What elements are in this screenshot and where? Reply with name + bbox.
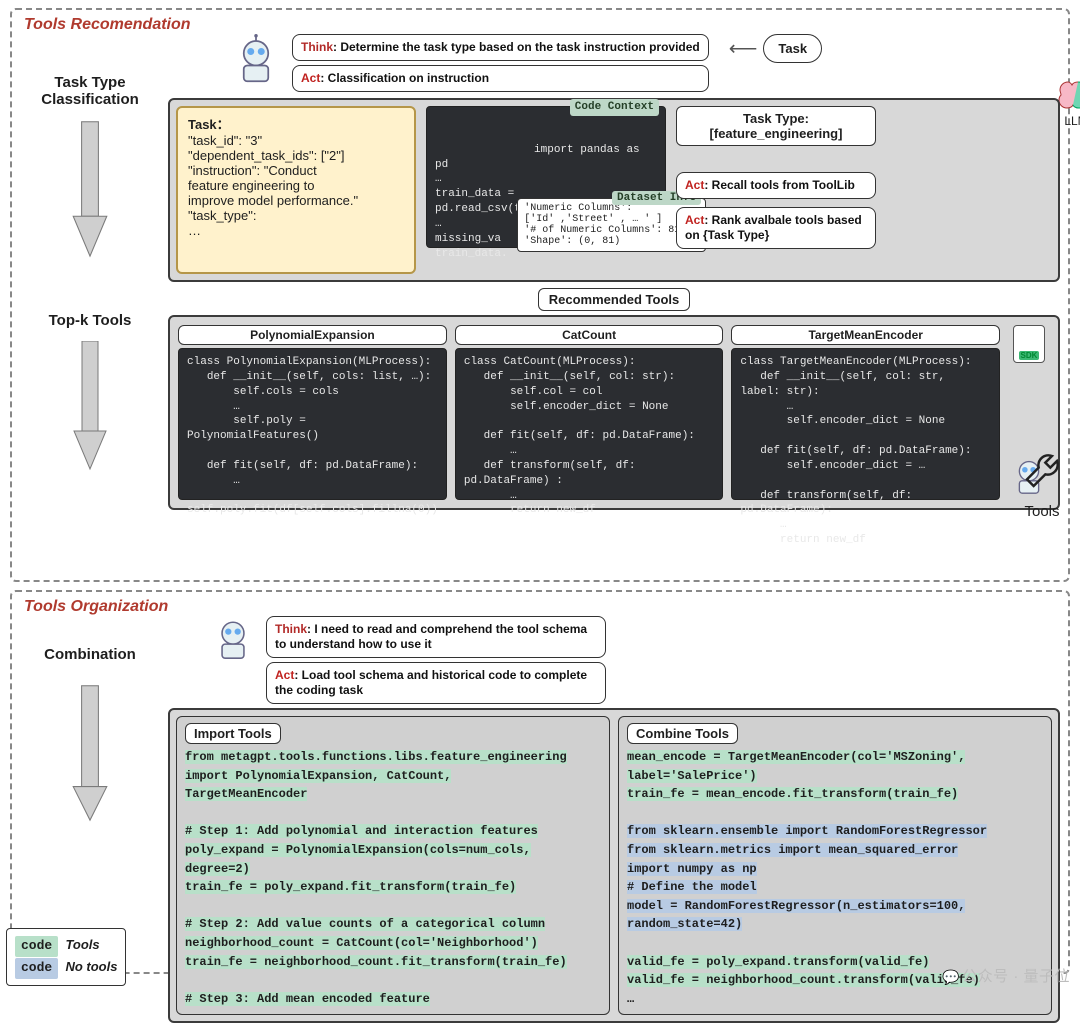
combine-header: Combine Tools [627,723,738,744]
watermark: 💬公众号 · 量子位 [942,965,1070,986]
speech-act-rank: Act: Rank avalbale tools based on {Task … [676,207,876,249]
section-tools-recommendation: Tools Recomendation LLM 📈 🐞 SDK OCR Task… [10,8,1070,582]
legend-box: code Tools code No tools [6,928,126,986]
arrow-left-1: ⟵ [729,39,758,59]
tools-label-group: Tools [1022,451,1062,520]
section-tools-organization: Tools Organization LLM Combination Think… [10,590,1070,974]
big-arrow-down-3 [69,679,111,829]
robot-icon-3 [208,616,258,666]
left-col-tasktype: Task Type Classification [20,34,160,260]
tool-title-target: TargetMeanEncoder [731,325,1000,345]
robot-icon-1 [228,34,284,90]
llm-label-1: LLM [1064,114,1080,128]
label-task-type: Task Type Classification [20,74,160,108]
tool-card-poly: PolynomialExpansion class PolynomialExpa… [178,325,447,500]
speech-think-1: Think: Determine the task type based on … [292,34,709,61]
tool-code-catcount: class CatCount(MLProcess): def __init__(… [455,348,724,500]
section-title-organization: Tools Organization [24,598,1060,616]
speech-act-1: Act: Classification on instruction [292,65,709,92]
section-title-recommendation: Tools Recomendation [24,16,1060,34]
tool-title-catcount: CatCount [455,325,724,345]
legend-chip-notools: code [15,958,58,979]
big-arrow-down-1 [69,120,111,260]
label-topk: Top-k Tools [49,312,132,329]
label-combination: Combination [44,646,136,663]
recommended-tools-label: Recommended Tools [538,288,691,311]
tool-card-catcount: CatCount class CatCount(MLProcess): def … [455,325,724,500]
speech-think-2: Think: I need to read and comprehend the… [266,616,606,658]
import-tools-block: Import Tools from metagpt.tools.function… [176,716,610,1015]
import-header: Import Tools [185,723,281,744]
big-arrow-down-2 [69,341,111,471]
wrench-icon [1022,451,1062,501]
speech-act-4: Act: Load tool schema and historical cod… [266,662,606,704]
tools-label: Tools [1024,503,1059,520]
tool-code-poly: class PolynomialExpansion(MLProcess): de… [178,348,447,500]
task-json-box: Task： "task_id": "3" "dependent_task_ids… [176,106,416,274]
tool-card-target: TargetMeanEncoder class TargetMeanEncode… [731,325,1000,500]
tool-code-target: class TargetMeanEncoder(MLProcess): def … [731,348,1000,500]
code-context-tag: Code Context [570,99,659,116]
task-type-box: Task Type: [feature_engineering] [676,106,876,146]
sdk-icon-panel: SDK [1013,325,1045,363]
task-cloud: Task [763,34,822,63]
speech-act-recall: Act: Recall tools from ToolLib [676,172,876,199]
legend-chip-tools: code [15,936,58,957]
tool-title-poly: PolynomialExpansion [178,325,447,345]
